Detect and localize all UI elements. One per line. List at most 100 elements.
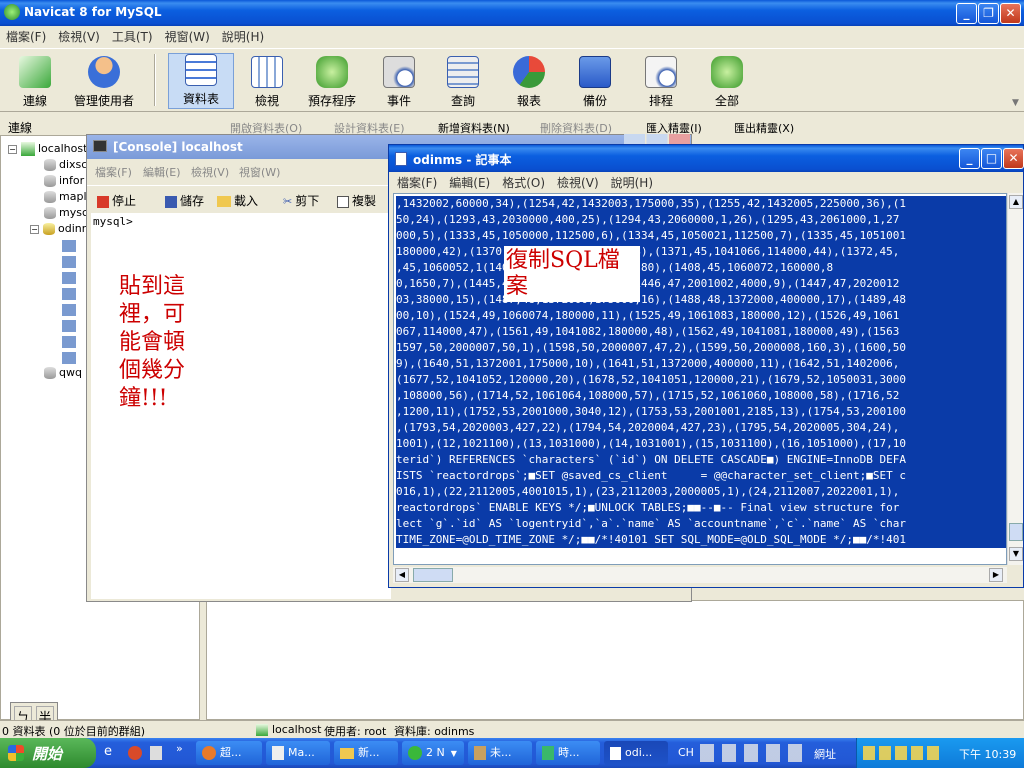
clock[interactable]: 下午 10:39 [959,746,1016,762]
database-icon [44,175,56,187]
status-bar: 0 資料表 (0 位於目前的群組) localhost 使用者: root 資料… [0,720,1024,738]
console-menu-edit[interactable]: 編輯(E) [143,164,181,180]
notepad-menu-edit[interactable]: 編輯(E) [443,173,496,193]
notepad-minimize-button[interactable]: _ [959,148,980,169]
copy-button[interactable]: 複製 [337,192,376,209]
notepad-icon [395,152,407,166]
media-player-icon[interactable] [128,746,142,760]
taskbar-button[interactable]: 未... [468,741,532,765]
notepad-title-bar[interactable]: odinms - 記事本 _ □ ✕ [389,145,1024,172]
ie-icon[interactable]: e [104,744,112,759]
tree-item-database[interactable]: mapl [44,190,87,203]
menu-tools[interactable]: 工具(T) [106,27,159,47]
toolbar-events-button[interactable]: 事件 [368,56,430,110]
console-menu-window[interactable]: 視窗(W) [239,164,280,180]
stop-button[interactable]: 停止 [97,192,136,209]
close-button[interactable]: ✕ [1000,3,1021,24]
status-database: 資料庫: odinms [394,725,475,738]
view-icon [251,56,283,88]
notepad-annotation-box: 復制SQL檔 案 [504,246,640,302]
tray-icons[interactable] [863,746,943,760]
restore-button[interactable]: ❐ [978,3,999,24]
save-button[interactable]: 儲存 [165,192,204,209]
sidebar-header: 連線 [0,116,200,136]
tree-item-database[interactable]: mysc [44,206,88,219]
notepad-text-line: ,45,1060052,1(1407,45,1060071,160000,80)… [396,260,1006,276]
database-icon [44,207,56,219]
notepad-menu-format[interactable]: 格式(O) [496,173,551,193]
taskbar-button[interactable]: 超... [196,741,262,765]
language-bar-icons[interactable] [700,744,810,762]
toolbar-all-button[interactable]: 全部 [696,56,758,110]
notepad-menu-help[interactable]: 說明(H) [605,173,659,193]
menu-window[interactable]: 視窗(W) [159,27,216,47]
chevron-icon[interactable]: » [176,742,183,755]
notepad-menu-file[interactable]: 檔案(F) [391,173,443,193]
tree-item-database[interactable]: qwq [44,366,82,379]
report-icon [513,56,545,88]
toolbar-queries-button[interactable]: 查詢 [432,56,494,110]
scroll-down-icon[interactable]: ▼ [1009,547,1023,561]
toolbar-schedule-button[interactable]: 排程 [630,56,692,110]
notepad-menu-view[interactable]: 檢視(V) [551,173,605,193]
scroll-right-icon[interactable]: ▶ [989,568,1003,582]
scroll-h-thumb[interactable] [413,568,453,582]
notepad-text-line: 03,38000,15),(1487,48,1372000,175000,16)… [396,293,906,306]
address-toolbar-label[interactable]: 網址 [814,746,836,762]
tree-item-localhost[interactable]: − localhost [8,142,87,156]
start-button[interactable]: 開始 [0,738,96,768]
taskbar-button[interactable]: 新... [334,741,398,765]
notepad-close-button[interactable]: ✕ [1003,148,1024,169]
toolbar-overflow-icon[interactable]: ▼ [1012,98,1019,108]
toolbar-tables-button[interactable]: 資料表 [168,53,234,109]
main-title-bar[interactable]: Navicat 8 for MySQL _ ❐ ✕ [0,0,1024,26]
scroll-thumb[interactable] [1009,523,1023,541]
collapse-icon[interactable]: − [8,145,17,154]
notepad-text-area[interactable]: ,1432002,60000,34),(1254,42,1432003,1750… [393,193,1007,565]
quicklaunch-bar: e » [100,742,190,762]
taskbar-button-active[interactable]: odi... [604,741,668,765]
toolbar-separator [154,54,156,106]
toolbar-backup-button[interactable]: 備份 [564,56,626,110]
load-button[interactable]: 載入 [217,192,258,209]
taskbar-button[interactable]: 時... [536,741,600,765]
toolbar-views-button[interactable]: 檢視 [236,56,298,110]
console-menu-view[interactable]: 檢視(V) [191,164,229,180]
scroll-up-icon[interactable]: ▲ [1009,195,1023,209]
toolbar-manage-users-button[interactable]: 管理使用者 [70,56,138,110]
notepad-horizontal-scrollbar[interactable]: ◀ ▶ [393,567,1007,583]
export-wizard-button[interactable]: 匯出精靈(X) [734,120,794,136]
calculator-icon[interactable] [150,746,162,760]
scissors-icon: ✂ [283,195,293,208]
tree-item-odinms[interactable]: − odinm [30,222,92,235]
notepad-vertical-scrollbar[interactable]: ▲ ▼ [1007,193,1023,565]
taskbar-button[interactable]: Ma... [266,741,330,765]
menu-view[interactable]: 檢視(V) [52,27,106,47]
minimize-button[interactable]: _ [956,3,977,24]
console-text-area[interactable]: mysql> 貼到這 裡，可 能會頓 個幾分 鐘!!! [91,213,391,599]
tree-children-odinms [62,238,76,366]
scroll-left-icon[interactable]: ◀ [395,568,409,582]
save-icon [165,195,177,208]
console-title: [Console] localhost [113,140,243,154]
menu-file[interactable]: 檔案(F) [0,27,52,47]
toolbar-connect-button[interactable]: 連線 [4,56,66,110]
cut-button[interactable]: ✂ 剪下 [283,192,319,209]
tree-item-database[interactable]: infor [44,174,84,187]
notepad-text-line: 000,5),(1333,45,1050000,112500,6),(1334,… [396,229,906,242]
system-tray: 下午 10:39 [856,738,1024,768]
menu-help[interactable]: 說明(H) [216,27,270,47]
collapse-icon[interactable]: − [30,225,39,234]
toolbar-reports-button[interactable]: 報表 [498,56,560,110]
tree-item-database[interactable]: dixsc [44,158,87,171]
notepad-text-line: 50,24),(1293,43,2030000,400,25),(1294,43… [396,213,900,226]
server-icon [21,142,35,156]
language-indicator[interactable]: CH [678,746,694,759]
console-menu-file[interactable]: 檔案(F) [95,164,132,180]
console-caption-buttons[interactable] [624,134,690,144]
notepad-maximize-button[interactable]: □ [981,148,1002,169]
taskbar-button-group[interactable]: 2 N ▼ [402,741,464,765]
toolbar-procedures-button[interactable]: 預存程序 [300,56,364,110]
status-user: 使用者: root [324,725,387,738]
navicat-app-icon [4,4,20,20]
